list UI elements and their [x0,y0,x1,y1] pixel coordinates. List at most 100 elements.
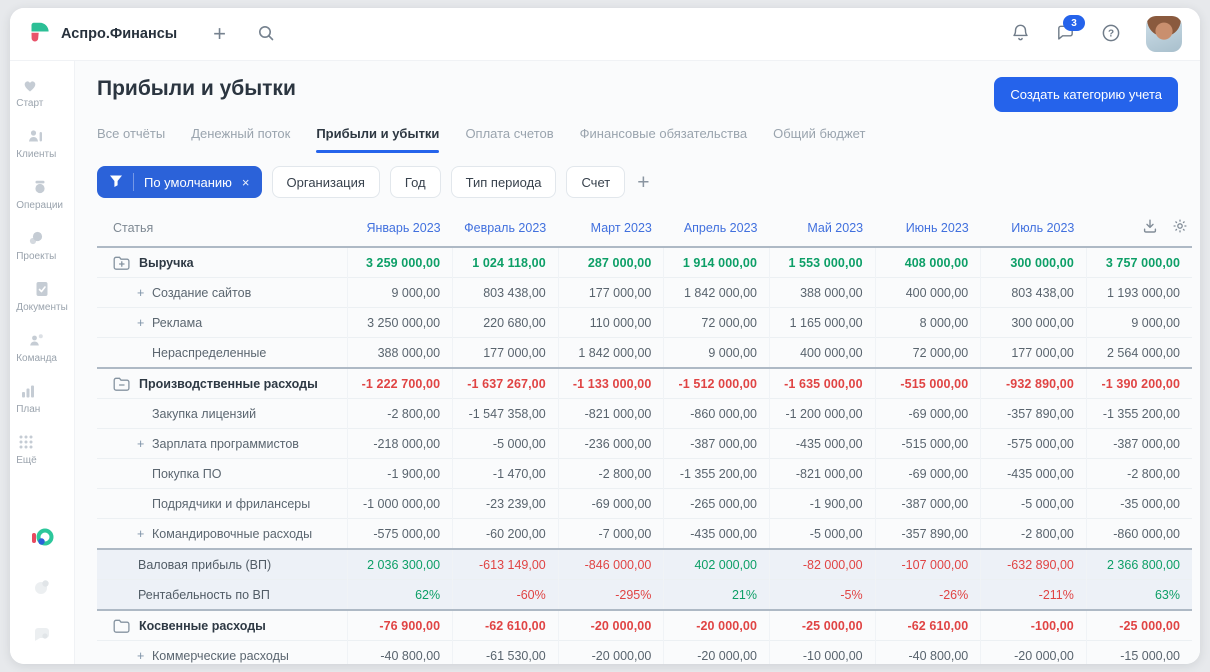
filter-chip[interactable]: Год [389,166,441,198]
column-header-month[interactable]: Январь 2023 [347,209,453,248]
value-cell: -15 000,00 [1085,640,1192,664]
table-row[interactable]: + Реклама 3 250 000,00 220 680,00 110 000,00… [97,307,1192,338]
value-cell: 3 250 000,00 [346,307,453,338]
value-cell: -357 890,00 [874,518,981,549]
active-filter-chip[interactable]: По умолчанию × [97,166,262,198]
value-cell: 1 024 118,00 [452,247,559,278]
sidebar-item-start[interactable]: Старт [16,75,43,109]
add-filter-button[interactable]: + [635,172,651,193]
tab-budget[interactable]: Общий бюджет [773,124,865,153]
search-button[interactable] [256,23,276,46]
filter-chips: Организация Год Тип периода Счет [271,166,626,198]
notifications-button[interactable] [1010,22,1031,46]
circles-icon [26,228,46,248]
value-cell: -1 355 200,00 [663,458,770,489]
messages-button[interactable]: 3 [1055,15,1085,46]
sidebar-item-team[interactable]: Команда [16,330,57,364]
folder-minus-icon[interactable] [113,377,130,391]
sidebar-item-projects[interactable]: Проекты [16,228,56,262]
tab-profit-loss[interactable]: Прибыли и убытки [316,124,440,153]
create-category-button[interactable]: Создать категорию учета [994,77,1178,112]
value-cell: 220 680,00 [452,307,559,338]
folder-icon[interactable] [113,619,130,633]
filter-chip[interactable]: Тип периода [450,166,557,198]
sidebar-item-label: Команда [16,353,57,364]
value-cell: -860 000,00 [1085,518,1192,549]
bars-icon [18,381,38,401]
expand-plus-icon[interactable]: + [137,316,152,330]
value-cell: -435 000,00 [663,518,770,549]
app-logo[interactable]: Аспро.Финансы [28,20,177,49]
table-row[interactable]: Рентабельность по ВП 62% -60% -295% 21% -5% -2… [97,579,1192,610]
table-row[interactable]: + Зарплата программистов -218 000,00 -5 000… [97,428,1192,459]
table-row[interactable]: Выручка 3 259 000,00 1 024 118,00 287 000,0… [97,247,1192,278]
value-cell: 300 000,00 [980,247,1087,278]
expand-plus-icon[interactable]: + [137,286,152,300]
expand-plus-icon[interactable]: + [137,527,152,541]
chat-badge: 3 [1063,15,1085,31]
value-cell: -100,00 [980,609,1087,641]
filter-chip[interactable]: Организация [271,166,380,198]
value-cell: 2 564 000,00 [1085,337,1192,368]
add-button[interactable]: + [213,23,226,45]
value-cell: 3 259 000,00 [346,247,453,278]
expand-plus-icon[interactable]: + [137,649,152,663]
filter-chip[interactable]: Счет [566,166,626,198]
tab-liabilities[interactable]: Финансовые обязательства [580,124,747,153]
sidebar-item-documents[interactable]: Документы [16,279,68,313]
sidebar-item-plan[interactable]: План [16,381,40,415]
close-icon[interactable]: × [242,175,250,190]
tab-cash-flow[interactable]: Денежный поток [191,124,290,153]
value-cell: -2 800,00 [346,398,453,429]
table-header-row: Статья Январь 2023 Февраль 2023 Март 2023 А… [97,209,1192,248]
column-header-article[interactable]: Статья [97,209,347,248]
column-header-month[interactable]: Апрель 2023 [663,209,770,248]
table-row[interactable]: Косвенные расходы -76 900,00 -62 610,00 -20… [97,609,1192,641]
product-logo-button[interactable] [29,525,55,554]
table-row[interactable]: Валовая прибыль (ВП) 2 036 300,00 -613 149… [97,548,1192,580]
value-cell: -435 000,00 [980,458,1087,489]
tab-all-reports[interactable]: Все отчёты [97,124,165,153]
tab-invoices[interactable]: Оплата счетов [465,124,553,153]
table-row[interactable]: + Коммерческие расходы -40 800,00 -61 530,0… [97,640,1192,664]
row-label: Выручка [139,255,194,270]
folder-plus-icon[interactable] [113,256,130,270]
page-title: Прибыли и убытки [97,77,296,100]
value-cell: 1 553 000,00 [769,247,876,278]
table-row[interactable]: + Создание сайтов 9 000,00 803 438,00 177 00… [97,277,1192,308]
table-row[interactable]: Подрядчики и фрилансеры -1 000 000,00 -23 … [97,488,1192,519]
row-label: Нераспределенные [152,345,267,360]
column-header-month[interactable]: Июнь 2023 [875,209,981,248]
expand-plus-icon[interactable]: + [137,437,152,451]
chat-sticker-button[interactable] [31,623,53,648]
table-row[interactable]: Закупка лицензий -2 800,00 -1 547 358,00 -8… [97,398,1192,429]
column-header-month[interactable]: Март 2023 [558,209,664,248]
sidebar-item-clients[interactable]: Клиенты [16,126,56,160]
column-header-month[interactable]: Май 2023 [769,209,876,248]
table-row[interactable]: Покупка ПО -1 900,00 -1 470,00 -2 800,00 -1 … [97,458,1192,489]
sidebar-item-operations[interactable]: Операции [16,177,63,211]
value-cell: -60% [452,579,559,610]
column-header-month[interactable]: Февраль 2023 [452,209,559,248]
sidebar-item-label: Ещё [16,455,37,466]
value-cell: -1 547 358,00 [452,398,559,429]
value-cell: 177 000,00 [557,277,664,308]
table-row[interactable]: Производственные расходы -1 222 700,00 -1 … [97,367,1192,399]
table-actions-cell [1086,209,1192,248]
sidebar-item-more[interactable]: Ещё [16,432,37,466]
value-cell: -69 000,00 [874,398,981,429]
settings-sticker-button[interactable] [31,576,53,601]
table-row[interactable]: + Командировочные расходы -575 000,00 -60 2… [97,518,1192,549]
value-cell: -846 000,00 [557,548,664,580]
gear-sticker-icon [31,576,53,601]
gear-icon [1172,218,1188,237]
avatar[interactable] [1146,16,1182,52]
value-cell: 1 842 000,00 [663,277,770,308]
column-header-month[interactable]: Июль 2023 [980,209,1087,248]
value-cell: 72 000,00 [874,337,981,368]
value-cell: -23 239,00 [452,488,559,519]
table-settings-button[interactable] [1172,218,1188,237]
table-row[interactable]: Нераспределенные 388 000,00 177 000,00 1 84… [97,337,1192,368]
download-button[interactable] [1142,218,1158,237]
help-button[interactable]: ? [1100,22,1122,47]
